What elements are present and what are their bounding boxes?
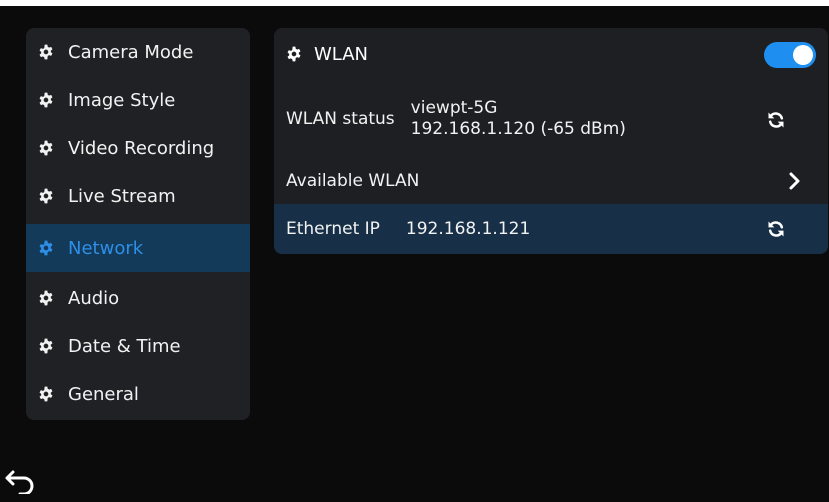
available-wlan-row[interactable]: Available WLAN (274, 158, 828, 204)
gear-icon (38, 44, 54, 60)
settings-sidebar: Camera Mode Image Style Video Recording … (26, 28, 250, 420)
sidebar-item-label: Network (68, 237, 144, 259)
wlan-title: WLAN (286, 44, 368, 65)
wlan-ip-signal: 192.168.1.120 (-65 dBm) (410, 119, 626, 139)
chevron-right-icon[interactable] (786, 171, 802, 191)
sidebar-item-camera-mode[interactable]: Camera Mode (26, 28, 250, 76)
refresh-icon[interactable] (766, 219, 786, 239)
ethernet-ip-label: Ethernet IP (286, 219, 380, 239)
sidebar-item-date-time[interactable]: Date & Time (26, 322, 250, 370)
available-wlan-label: Available WLAN (286, 171, 420, 191)
wlan-row: WLAN (274, 28, 828, 80)
back-arrow-icon (4, 468, 36, 494)
gear-icon (38, 290, 54, 306)
gear-icon (286, 46, 302, 62)
sidebar-item-image-style[interactable]: Image Style (26, 76, 250, 124)
gear-icon (38, 338, 54, 354)
sidebar-item-general[interactable]: General (26, 370, 250, 418)
gear-icon (38, 188, 54, 204)
sidebar-item-label: Image Style (68, 89, 176, 111)
network-settings-panel: WLAN WLAN status viewpt-5G 192.168.1.120… (274, 28, 828, 254)
back-button[interactable] (4, 466, 40, 496)
sidebar-item-label: Camera Mode (68, 41, 194, 63)
sidebar-item-network[interactable]: Network (26, 224, 250, 272)
sidebar-item-label: Video Recording (68, 137, 215, 159)
gear-icon (38, 386, 54, 402)
sidebar-item-live-stream[interactable]: Live Stream (26, 172, 250, 220)
ethernet-ip-value: 192.168.1.121 (405, 219, 531, 239)
top-strip (0, 0, 829, 6)
toggle-knob (793, 45, 813, 65)
wlan-status-label: WLAN status (286, 109, 395, 129)
gear-icon (38, 240, 54, 256)
wlan-status-values: viewpt-5G 192.168.1.120 (-65 dBm) (411, 98, 626, 140)
sidebar-item-label: Live Stream (68, 185, 176, 207)
sidebar-item-label: Date & Time (68, 335, 181, 357)
wlan-ssid: viewpt-5G (410, 98, 498, 118)
ethernet-ip-row: Ethernet IP 192.168.1.121 (274, 204, 828, 254)
sidebar-item-audio[interactable]: Audio (26, 274, 250, 322)
wlan-status-row: WLAN status viewpt-5G 192.168.1.120 (-65… (274, 80, 828, 158)
sidebar-item-label: Audio (68, 287, 120, 309)
wlan-label: WLAN (314, 43, 369, 65)
sidebar-item-video-recording[interactable]: Video Recording (26, 124, 250, 172)
screen: Camera Mode Image Style Video Recording … (0, 0, 829, 502)
refresh-icon[interactable] (766, 110, 786, 130)
gear-icon (38, 92, 54, 108)
gear-icon (38, 140, 54, 156)
sidebar-item-label: General (68, 383, 139, 405)
wlan-toggle[interactable] (764, 42, 816, 68)
